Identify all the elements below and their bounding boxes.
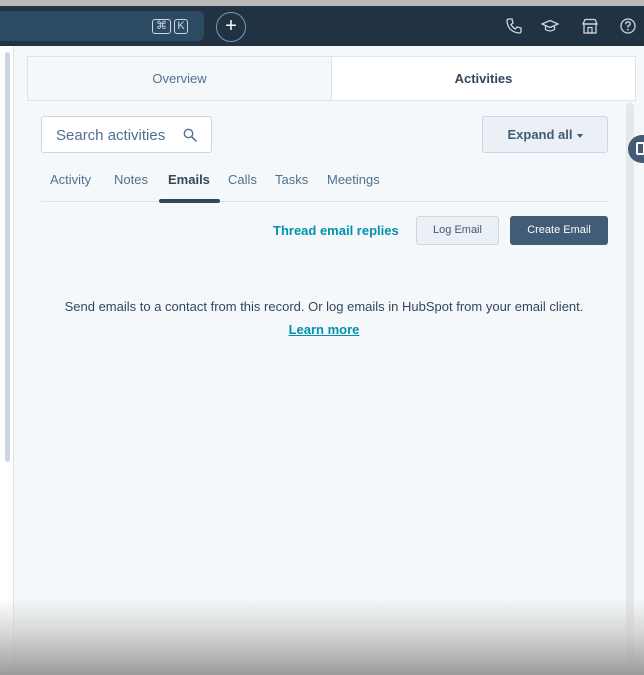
expand-all-button[interactable]: Expand all	[482, 116, 608, 153]
create-email-button[interactable]: Create Email	[510, 216, 608, 245]
top-navigation-bar: ⌘ K +	[0, 6, 644, 46]
subtab-activity[interactable]: Activity	[50, 172, 91, 202]
expand-all-label: Expand all	[507, 127, 573, 142]
log-email-button[interactable]: Log Email	[416, 216, 499, 245]
command-key-hint: ⌘	[152, 19, 171, 34]
phone-icon[interactable]	[505, 17, 523, 35]
panel-icon	[636, 142, 644, 155]
create-new-button[interactable]: +	[216, 12, 246, 42]
subtab-notes[interactable]: Notes	[114, 172, 148, 202]
tab-activities[interactable]: Activities	[332, 56, 636, 101]
right-scrollbar[interactable]	[626, 103, 634, 663]
subtab-tasks[interactable]: Tasks	[275, 172, 308, 202]
thread-email-replies-link[interactable]: Thread email replies	[273, 223, 399, 238]
record-tabs: Overview Activities	[27, 56, 636, 101]
learn-more-link[interactable]: Learn more	[40, 322, 608, 337]
search-placeholder: Search activities	[56, 127, 166, 144]
active-tab-indicator	[159, 199, 220, 203]
left-scrollbar-thumb[interactable]	[5, 52, 10, 462]
graduation-cap-icon[interactable]	[541, 17, 559, 35]
k-key-hint: K	[174, 19, 188, 34]
subtab-calls[interactable]: Calls	[228, 172, 257, 202]
global-search-bar[interactable]: ⌘ K	[0, 11, 204, 41]
search-icon	[183, 128, 197, 142]
bottom-shadow-overlay	[0, 598, 644, 675]
subtab-emails[interactable]: Emails	[168, 172, 210, 202]
chevron-down-icon	[576, 133, 583, 138]
marketplace-icon[interactable]	[581, 17, 599, 35]
help-icon[interactable]	[619, 17, 637, 35]
search-activities-input[interactable]: Search activities	[41, 116, 212, 153]
tab-overview[interactable]: Overview	[27, 56, 332, 101]
empty-state-message: Send emails to a contact from this recor…	[64, 299, 584, 314]
subtab-meetings[interactable]: Meetings	[327, 172, 380, 202]
activity-filter-tabs: Activity Notes Emails Calls Tasks Meetin…	[41, 170, 608, 203]
